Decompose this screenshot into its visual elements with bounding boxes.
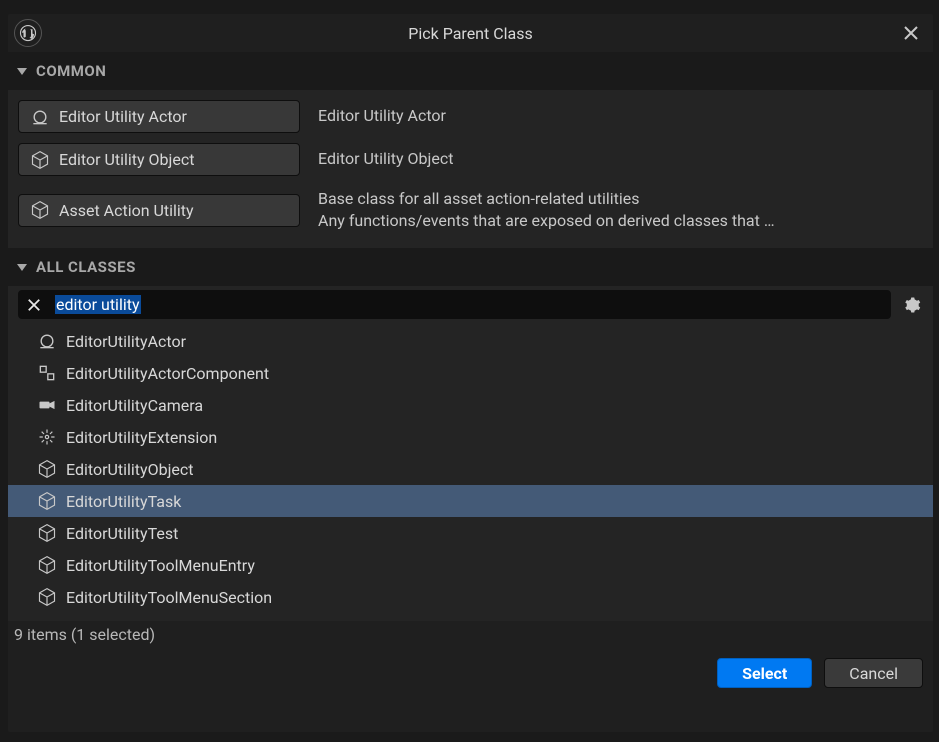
actor-sphere-icon (36, 330, 58, 352)
clear-search-button[interactable] (25, 296, 43, 314)
cube-icon (29, 149, 51, 171)
class-list-item-label: EditorUtilityTest (66, 524, 178, 543)
cancel-button[interactable]: Cancel (824, 658, 923, 688)
class-list-item-label: EditorUtilityToolMenuSection (66, 588, 272, 607)
class-list-item[interactable]: EditorUtilityTest (8, 517, 933, 549)
class-list: EditorUtilityActor EditorUtilityActorComp… (8, 325, 933, 617)
common-class-description: Editor Utility Object (318, 148, 923, 170)
extension-icon (36, 426, 58, 448)
class-list-item[interactable]: EditorUtilityActorComponent (8, 357, 933, 389)
class-list-item[interactable]: EditorUtilityCamera (8, 389, 933, 421)
unreal-logo-icon (14, 19, 42, 47)
all-classes-section-header[interactable]: ALL CLASSES (8, 248, 933, 286)
chevron-down-icon (16, 261, 28, 273)
cube-icon (36, 490, 58, 512)
common-class-label: Editor Utility Actor (59, 107, 187, 126)
class-list-item-label: EditorUtilityToolMenuEntry (66, 556, 255, 575)
chevron-down-icon (16, 65, 28, 77)
cube-icon (36, 458, 58, 480)
actor-sphere-icon (29, 106, 51, 128)
class-list-item[interactable]: EditorUtilityObject (8, 453, 933, 485)
close-button[interactable] (899, 21, 923, 45)
common-class-label: Asset Action Utility (59, 201, 194, 220)
pick-parent-class-dialog: Pick Parent Class COMMON Editor Utility … (8, 14, 933, 732)
class-list-item-label: EditorUtilityExtension (66, 428, 217, 447)
class-filter-settings-button[interactable] (901, 294, 923, 316)
common-section: Editor Utility Actor Editor Utility Actor… (8, 90, 933, 248)
cube-icon (36, 554, 58, 576)
common-section-title: COMMON (36, 62, 106, 80)
dialog-title: Pick Parent Class (42, 24, 899, 43)
common-class-button[interactable]: Editor Utility Object (18, 143, 300, 176)
class-list-item-label: EditorUtilityCamera (66, 396, 203, 415)
common-class-description: Base class for all asset action-related … (318, 188, 923, 233)
common-class-button[interactable]: Editor Utility Actor (18, 100, 300, 133)
class-list-item[interactable]: EditorUtilityTask (8, 485, 933, 517)
all-classes-section-title: ALL CLASSES (36, 258, 136, 276)
class-search-input[interactable]: editor utility (18, 290, 891, 319)
common-class-description: Editor Utility Actor (318, 105, 923, 127)
common-section-header[interactable]: COMMON (8, 52, 933, 90)
cube-icon (36, 586, 58, 608)
search-text: editor utility (55, 295, 141, 314)
class-list-item-label: EditorUtilityActorComponent (66, 364, 269, 383)
class-list-item[interactable]: EditorUtilityExtension (8, 421, 933, 453)
cube-icon (29, 199, 51, 221)
select-button[interactable]: Select (717, 658, 812, 688)
class-list-item-label: EditorUtilityObject (66, 460, 193, 479)
class-list-item-label: EditorUtilityTask (66, 492, 181, 511)
class-list-item-label: EditorUtilityActor (66, 332, 186, 351)
class-list-item[interactable]: EditorUtilityToolMenuSection (8, 581, 933, 613)
common-class-label: Editor Utility Object (59, 150, 194, 169)
component-icon (36, 362, 58, 384)
all-classes-section: editor utility EditorUtilityActorEditorU… (8, 286, 933, 621)
class-list-item[interactable]: EditorUtilityToolMenuEntry (8, 549, 933, 581)
cube-icon (36, 522, 58, 544)
camera-icon (36, 394, 58, 416)
titlebar: Pick Parent Class (8, 14, 933, 52)
class-list-item[interactable]: EditorUtilityActor (8, 325, 933, 357)
status-text: 9 items (1 selected) (8, 621, 933, 644)
common-class-button[interactable]: Asset Action Utility (18, 194, 300, 227)
